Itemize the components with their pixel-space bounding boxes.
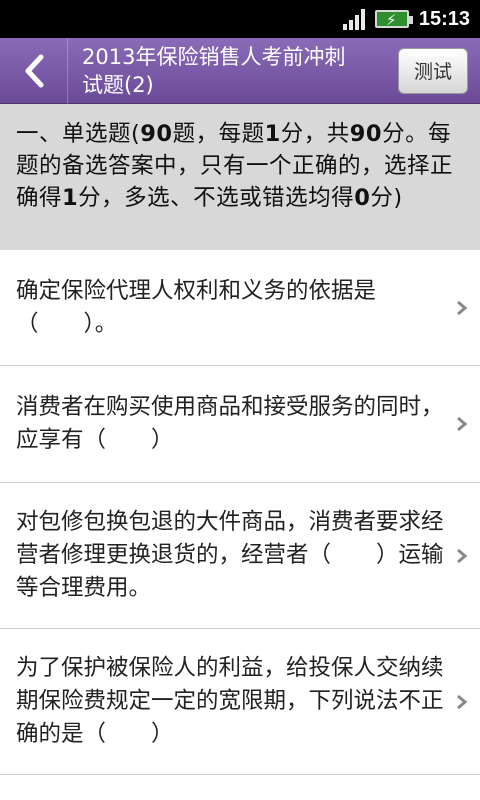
list-item[interactable]: 对包修包换包退的大件商品，消费者要求经营者修理更换退货的，经营者（ ）运输等合理… [0, 483, 480, 629]
test-button[interactable]: 测试 [398, 47, 468, 94]
clock: 15:13 [418, 7, 470, 30]
question-list: 确定保险代理人权利和义务的依据是（ ）。 消费者在购买使用商品和接受服务的同时，… [0, 250, 480, 775]
page-title: 2013年保险销售人考前冲刺 试题(2) [82, 44, 346, 97]
chevron-left-icon [25, 54, 43, 87]
question-text: 对包修包换包退的大件商品，消费者要求经营者修理更换退货的，经营者（ ）运输等合理… [16, 509, 444, 601]
battery-icon: ⚡ [374, 10, 413, 29]
chevron-right-icon [457, 694, 468, 709]
question-text: 消费者在购买使用商品和接受服务的同时，应享有（ ） [16, 394, 444, 453]
question-text: 为了保护被保险人的利益，给投保人交纳续期保险费规定一定的宽限期，下列说法不正确的… [16, 655, 444, 747]
signal-icon [342, 8, 365, 30]
title-bar: 2013年保险销售人考前冲刺 试题(2) 测试 [0, 37, 480, 104]
section-header: 一、单选题(90题，每题1分，共90分。每题的备选答案中，只有一个正确的，选择正… [0, 104, 480, 250]
chevron-right-icon [457, 416, 468, 432]
back-button[interactable] [0, 37, 68, 104]
question-text: 确定保险代理人权利和义务的依据是（ ）。 [16, 277, 377, 337]
section-description: 一、单选题(90题，每题1分，共90分。每题的备选答案中，只有一个正确的，选择正… [16, 121, 454, 211]
list-item[interactable]: 为了保护被保险人的利益，给投保人交纳续期保险费规定一定的宽限期，下列说法不正确的… [0, 629, 480, 775]
list-item[interactable]: 确定保险代理人权利和义务的依据是（ ）。 [0, 250, 480, 366]
chevron-right-icon [457, 548, 468, 563]
status-bar: ⚡ 15:13 [0, 0, 480, 38]
list-item[interactable]: 消费者在购买使用商品和接受服务的同时，应享有（ ） [0, 366, 480, 483]
chevron-right-icon [457, 300, 468, 315]
